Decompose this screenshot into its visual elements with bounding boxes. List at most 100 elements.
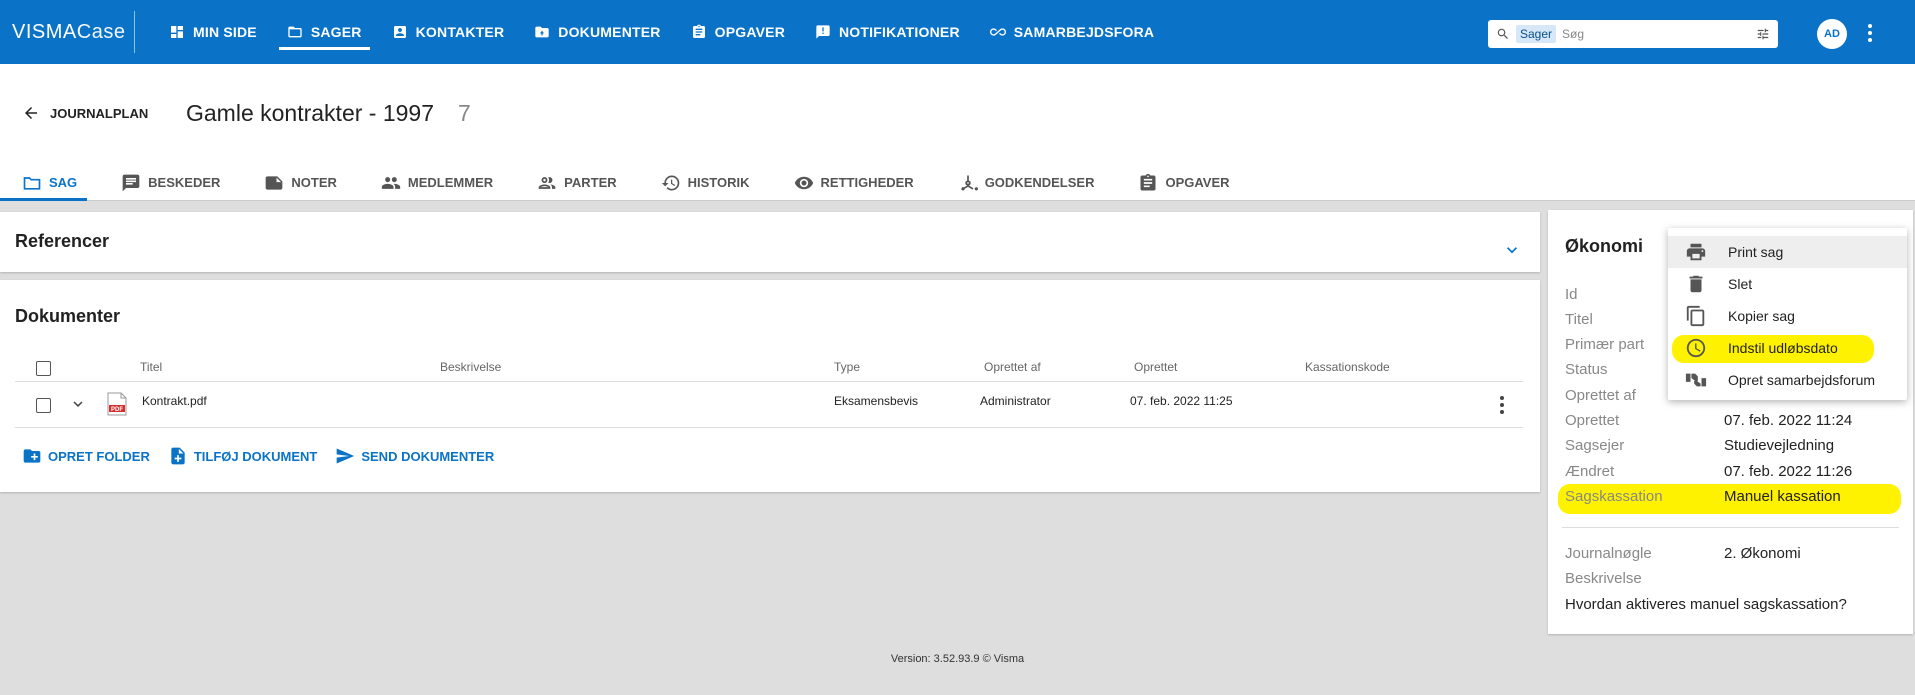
group-icon bbox=[381, 176, 401, 189]
menu-item-set-expiry[interactable]: Indstil udløbsdato bbox=[1668, 332, 1907, 364]
tab-rettigheder[interactable]: RETTIGHEDER bbox=[772, 164, 936, 201]
nav-samarbejdsfora[interactable]: SAMARBEJDSFORA bbox=[980, 0, 1164, 64]
tab-label: MEDLEMMER bbox=[407, 175, 494, 190]
expand-row-chevron-icon[interactable] bbox=[69, 395, 87, 413]
field-label-owner: Sagsejer bbox=[1565, 437, 1625, 454]
field-label-id: Id bbox=[1565, 286, 1578, 303]
eye-icon bbox=[794, 176, 813, 189]
action-label: TILFØJ DOKUMENT bbox=[193, 448, 318, 464]
user-avatar[interactable]: AD bbox=[1817, 19, 1847, 49]
menu-item-print[interactable]: Print sag bbox=[1668, 236, 1907, 268]
main-nav: MIN SIDE SAGER KONTAKTER DOKUMENTER OPGA… bbox=[159, 0, 1174, 64]
create-folder-icon bbox=[23, 449, 41, 463]
field-value-sagskassation: Manuel kassation bbox=[1724, 488, 1841, 505]
field-label-status: Status bbox=[1565, 361, 1608, 378]
action-label: OPRET FOLDER bbox=[48, 448, 150, 464]
svg-text:PDF: PDF bbox=[111, 407, 123, 413]
expand-chevron-icon[interactable] bbox=[1502, 240, 1522, 260]
tab-parter[interactable]: PARTER bbox=[515, 164, 638, 201]
filter-tune-icon[interactable] bbox=[1756, 27, 1770, 41]
tab-sag[interactable]: SAG bbox=[0, 164, 99, 201]
menu-label: Slet bbox=[1728, 276, 1753, 292]
col-kassationskode[interactable]: Kassationskode bbox=[1305, 360, 1390, 374]
field-value-owner: Studievejledning bbox=[1724, 437, 1835, 454]
field-label-journal-key: Journalnøgle bbox=[1565, 545, 1652, 562]
nav-notifikationer[interactable]: NOTIFIKATIONER bbox=[805, 0, 970, 64]
side-title: Økonomi bbox=[1565, 236, 1644, 256]
field-label-created-by: Oprettet af bbox=[1565, 387, 1636, 404]
nav-label: OPGAVER bbox=[714, 24, 785, 40]
col-beskrivelse[interactable]: Beskrivelse bbox=[440, 360, 501, 374]
nav-kontakter[interactable]: KONTAKTER bbox=[382, 0, 515, 64]
col-type[interactable]: Type bbox=[834, 360, 860, 374]
trash-icon bbox=[1689, 275, 1703, 293]
field-value-changed: 07. feb. 2022 11:26 bbox=[1724, 463, 1853, 480]
row-more-icon[interactable] bbox=[1499, 396, 1505, 414]
tab-label: OPGAVER bbox=[1165, 175, 1230, 190]
row-checkbox[interactable] bbox=[36, 398, 51, 413]
documents-panel: Dokumenter Titel Beskrivelse Type Oprett… bbox=[0, 280, 1540, 492]
menu-label: Kopier sag bbox=[1728, 308, 1795, 324]
col-titel[interactable]: Titel bbox=[140, 360, 162, 374]
nav-label: DOKUMENTER bbox=[558, 24, 661, 40]
col-oprettet-af[interactable]: Oprettet af bbox=[984, 360, 1041, 374]
field-value-journal-key: 2. Økonomi bbox=[1724, 545, 1801, 562]
nav-sager[interactable]: SAGER bbox=[277, 0, 372, 64]
search-box[interactable]: Sager Søg bbox=[1488, 20, 1778, 48]
copy-icon bbox=[1686, 305, 1705, 327]
back-to-journalplan-link[interactable]: JOURNALPLAN bbox=[22, 104, 148, 122]
references-panel[interactable]: Referencer bbox=[0, 212, 1540, 272]
doc-type: Eksamensbevis bbox=[834, 394, 919, 408]
search-scope-chip[interactable]: Sager bbox=[1516, 25, 1557, 43]
field-label-changed: Ændret bbox=[1565, 463, 1615, 480]
menu-item-delete[interactable]: Slet bbox=[1668, 268, 1907, 300]
search-icon bbox=[1497, 28, 1508, 39]
note-icon bbox=[266, 175, 283, 190]
document-actions: OPRET FOLDER TILFØJ DOKUMENT SEND DOKUME… bbox=[22, 446, 494, 466]
create-folder-button[interactable]: OPRET FOLDER bbox=[22, 446, 150, 466]
case-actions-menu: Print sag Slet Kopier sag Indstil udløbs… bbox=[1668, 228, 1907, 400]
version-footer: Version: 3.52.93.9 © Visma bbox=[890, 653, 1025, 665]
clock-icon bbox=[1686, 338, 1706, 358]
tab-godkendelser[interactable]: GODKENDELSER bbox=[936, 164, 1117, 201]
nav-label: SAGER bbox=[310, 24, 362, 40]
notification-icon bbox=[816, 25, 830, 39]
folder-outline-icon bbox=[23, 176, 41, 190]
col-oprettet[interactable]: Oprettet bbox=[1134, 360, 1177, 374]
tab-medlemmer[interactable]: MEDLEMMER bbox=[359, 164, 515, 201]
add-document-icon bbox=[171, 447, 185, 465]
tab-label: SAG bbox=[49, 175, 78, 190]
nav-label: MIN SIDE bbox=[193, 24, 257, 40]
print-icon bbox=[1686, 243, 1706, 261]
nav-dokumenter[interactable]: DOKUMENTER bbox=[524, 0, 670, 64]
menu-label: Opret samarbejdsforum bbox=[1728, 372, 1876, 388]
tab-label: RETTIGHEDER bbox=[820, 175, 914, 190]
infinity-icon bbox=[989, 28, 1006, 36]
search-input[interactable]: Søg bbox=[1562, 27, 1750, 41]
tab-historik[interactable]: HISTORIK bbox=[639, 164, 772, 201]
history-icon bbox=[661, 175, 679, 190]
tab-beskeder[interactable]: BESKEDER bbox=[99, 164, 242, 201]
contact-icon bbox=[393, 26, 406, 38]
message-icon bbox=[122, 174, 140, 191]
nav-label: SAMARBEJDSFORA bbox=[1013, 24, 1155, 40]
doc-title[interactable]: Kontrakt.pdf bbox=[142, 394, 207, 408]
clipboard-icon bbox=[692, 24, 705, 38]
tab-opgaver[interactable]: OPGAVER bbox=[1116, 164, 1251, 201]
menu-item-create-forum[interactable]: Opret samarbejdsforum bbox=[1668, 364, 1907, 396]
field-label-sagskassation: Sagskassation bbox=[1565, 488, 1663, 505]
logo-text-a: VISMA bbox=[12, 20, 77, 43]
more-vert-icon[interactable] bbox=[1862, 20, 1878, 46]
dashboard-icon bbox=[171, 26, 183, 38]
doc-created: 07. feb. 2022 11:25 bbox=[1130, 394, 1233, 408]
add-document-button[interactable]: TILFØJ DOKUMENT bbox=[168, 446, 318, 466]
tab-noter[interactable]: NOTER bbox=[242, 164, 359, 201]
nav-min-side[interactable]: MIN SIDE bbox=[159, 0, 267, 64]
menu-item-copy[interactable]: Kopier sag bbox=[1668, 300, 1907, 332]
visma-case-logo[interactable]: VISMA Case bbox=[0, 11, 135, 53]
send-documents-button[interactable]: SEND DOKUMENTER bbox=[335, 446, 494, 466]
arrow-back-icon bbox=[25, 107, 37, 119]
nav-opgaver[interactable]: OPGAVER bbox=[681, 0, 795, 64]
select-all-checkbox[interactable] bbox=[36, 361, 51, 376]
field-label-titel: Titel bbox=[1565, 311, 1593, 328]
